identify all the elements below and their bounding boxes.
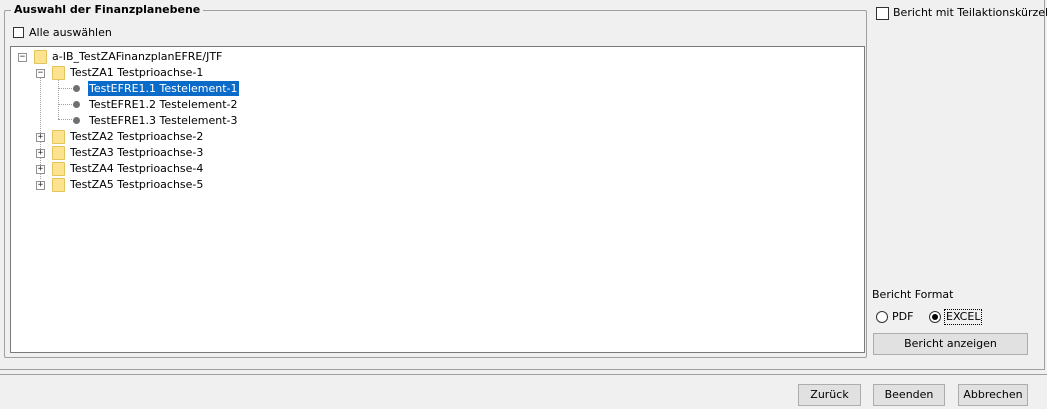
tree-node-label: TestZA5 Testprioachse-5: [70, 178, 204, 191]
tree-node-za3[interactable]: + TestZA3 Testprioachse-3: [11, 145, 311, 160]
folder-icon: [34, 50, 47, 64]
leaf-bullet-icon: [73, 101, 80, 108]
cancel-button[interactable]: Abbrechen: [958, 384, 1028, 406]
tree-root-node[interactable]: − a-IB_TestZAFinanzplanEFRE/JTF: [11, 49, 311, 64]
teilaktion-checkbox[interactable]: [876, 7, 889, 20]
show-report-button[interactable]: Bericht anzeigen: [873, 333, 1028, 355]
expand-toggle-icon[interactable]: +: [36, 133, 45, 142]
format-excel-radio[interactable]: [929, 311, 941, 323]
expand-toggle-icon[interactable]: +: [36, 181, 45, 190]
report-format-label: Bericht Format: [872, 288, 954, 301]
tree-node-label: TestZA4 Testprioachse-4: [70, 162, 204, 175]
main-panel: Auswahl der Finanzplanebene Alle auswähl…: [0, 0, 1047, 370]
format-pdf-label[interactable]: PDF: [892, 310, 913, 324]
footer-separator: [0, 374, 1047, 375]
leaf-bullet-icon: [73, 117, 80, 124]
tree-node-za5[interactable]: + TestZA5 Testprioachse-5: [11, 177, 311, 192]
finanzplan-tree[interactable]: − a-IB_TestZAFinanzplanEFRE/JTF − TestZA…: [10, 46, 865, 353]
format-excel-label[interactable]: EXCEL: [943, 309, 983, 325]
tree-node-label: TestEFRE1.1 Testelement-1: [87, 80, 240, 97]
leaf-bullet-icon: [73, 85, 80, 92]
finish-button[interactable]: Beenden: [873, 384, 945, 406]
folder-icon: [52, 66, 65, 80]
collapse-toggle-icon[interactable]: −: [18, 53, 27, 62]
tree-node-label: a-IB_TestZAFinanzplanEFRE/JTF: [52, 50, 223, 63]
tree-node-efre13[interactable]: TestEFRE1.3 Testelement-3: [11, 113, 311, 128]
collapse-toggle-icon[interactable]: −: [36, 69, 45, 78]
select-all-label[interactable]: Alle auswählen: [29, 26, 112, 40]
format-pdf-radio[interactable]: [876, 311, 888, 323]
select-all-checkbox[interactable]: [13, 27, 24, 38]
tree-node-label: TestZA1 Testprioachse-1: [70, 66, 204, 79]
tree-node-label: TestZA3 Testprioachse-3: [70, 146, 204, 159]
tree-node-label: TestEFRE1.3 Testelement-3: [89, 114, 238, 127]
teilaktion-label[interactable]: Bericht mit Teilaktionskürzel: [893, 6, 1047, 20]
tree-node-efre11[interactable]: TestEFRE1.1 Testelement-1: [11, 80, 311, 97]
tree-node-za1[interactable]: − TestZA1 Testprioachse-1: [11, 65, 311, 80]
expand-toggle-icon[interactable]: +: [36, 149, 45, 158]
tree-node-za2[interactable]: + TestZA2 Testprioachse-2: [11, 129, 311, 144]
finanzplanebene-groupbox: Auswahl der Finanzplanebene Alle auswähl…: [4, 2, 867, 358]
folder-icon: [52, 162, 65, 176]
tree-node-label: TestEFRE1.2 Testelement-2: [89, 98, 238, 111]
folder-icon: [52, 130, 65, 144]
tree-node-za4[interactable]: + TestZA4 Testprioachse-4: [11, 161, 311, 176]
folder-icon: [52, 146, 65, 160]
expand-toggle-icon[interactable]: +: [36, 165, 45, 174]
tree-node-label: TestZA2 Testprioachse-2: [70, 130, 204, 143]
tree-node-efre12[interactable]: TestEFRE1.2 Testelement-2: [11, 97, 311, 112]
groupbox-title: Auswahl der Finanzplanebene: [11, 2, 204, 18]
folder-icon: [52, 178, 65, 192]
back-button[interactable]: Zurück: [798, 384, 861, 406]
